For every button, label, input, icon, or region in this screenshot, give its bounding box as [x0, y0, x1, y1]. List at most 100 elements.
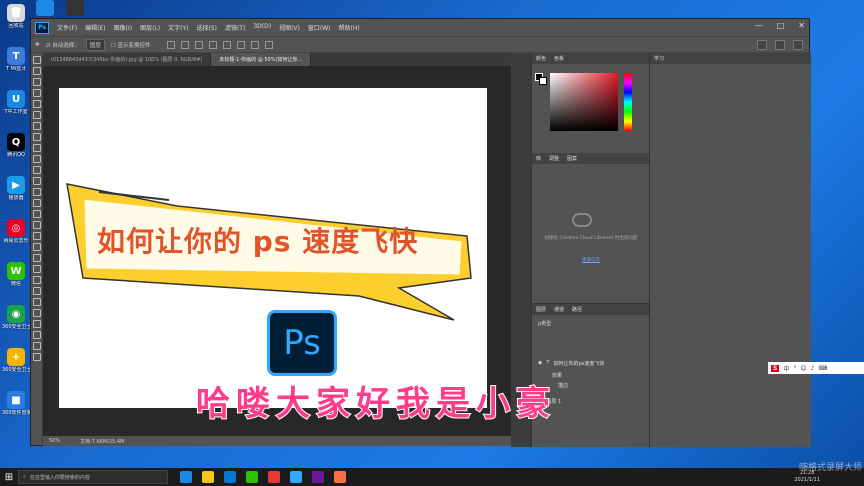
tool-icon[interactable] [32, 254, 41, 262]
menu-item[interactable]: 视图(V) [275, 23, 304, 32]
align-right-icon[interactable] [194, 40, 203, 49]
align-left-icon[interactable] [166, 40, 175, 49]
desktop-icon[interactable]: U T中工作室 [2, 90, 30, 115]
desktop-icon[interactable]: +360安全卫士 [2, 348, 30, 373]
tool-icon[interactable] [32, 320, 41, 328]
tool-icon[interactable] [32, 166, 41, 174]
desktop-icon[interactable]: ◎ 网易云音乐 [2, 219, 30, 244]
auto-select-checkbox[interactable]: ☑ 自动选择： [46, 41, 80, 49]
menu-item[interactable]: 滤镜(T) [221, 23, 249, 32]
tab-document-1[interactable]: t01348643d437(345bc-你画的).jpg @ 100% (图层 … [43, 53, 212, 66]
eye-icon[interactable]: ◉ [538, 360, 542, 366]
tool-icon[interactable] [32, 232, 41, 240]
start-button[interactable]: ⊞ [0, 468, 18, 486]
tool-icon[interactable] [32, 276, 41, 284]
tool-icon[interactable] [32, 265, 41, 273]
document-canvas[interactable]: 如何让你的 ps 速度飞快 Ps [59, 88, 487, 408]
distribute-icon[interactable] [250, 40, 259, 49]
tool-icon[interactable] [32, 188, 41, 196]
tab-patterns[interactable]: 图案 [567, 155, 577, 162]
tool-icon[interactable] [32, 177, 41, 185]
tool-icon[interactable] [32, 210, 41, 218]
tab-adjustments[interactable]: 调整 [549, 155, 559, 162]
share-icon[interactable] [793, 40, 803, 50]
menu-item[interactable]: 窗口(W) [304, 23, 335, 32]
tab-layers[interactable]: 图层 [536, 306, 546, 313]
tool-icon[interactable] [32, 111, 41, 119]
tab-learn[interactable]: 学习 [654, 55, 664, 62]
tool-icon[interactable] [32, 199, 41, 207]
taskbar-app-icon[interactable] [246, 471, 258, 483]
auto-select-dropdown[interactable]: 图层 [85, 38, 105, 51]
taskbar-app-icon[interactable] [312, 471, 324, 483]
taskbar-app-icon[interactable] [202, 471, 214, 483]
tab-paths[interactable]: 路径 [572, 306, 582, 313]
tab-swatches[interactable]: 色板 [554, 55, 564, 62]
align-bottom-icon[interactable] [236, 40, 245, 49]
menu-item[interactable]: 3D(D) [249, 23, 275, 32]
menu-item[interactable]: 文件(F) [53, 23, 81, 32]
tab-libraries[interactable]: 库 [536, 155, 541, 162]
ime-mode[interactable]: 中 [783, 364, 789, 373]
taskbar-app-icon[interactable] [180, 471, 192, 483]
tab-color[interactable]: 颜色 [536, 55, 546, 62]
tool-icon[interactable] [32, 331, 41, 339]
color-field[interactable] [550, 73, 618, 131]
maximize-button[interactable]: □ [777, 21, 785, 30]
tool-icon[interactable] [32, 298, 41, 306]
tab-channels[interactable]: 通道 [554, 306, 564, 313]
tool-icon[interactable] [32, 56, 41, 64]
minimize-button[interactable]: — [755, 21, 763, 30]
desktop-icon[interactable]: Q 腾讯QQ [2, 133, 30, 158]
tool-icon[interactable] [32, 287, 41, 295]
tool-icon[interactable] [32, 155, 41, 163]
taskbar-app-icon[interactable] [268, 471, 280, 483]
layer-row[interactable]: ◉ T 如何让你的ps速度飞快 [532, 358, 650, 368]
menu-item[interactable]: 文字(Y) [164, 23, 192, 32]
edge-icon[interactable] [36, 0, 54, 16]
layer-filter[interactable]: ρ类型 [532, 318, 650, 328]
search-icon[interactable] [757, 40, 767, 50]
taskbar-search[interactable]: ⌕ 在这里输入你要搜索的内容 [18, 470, 168, 484]
tool-icon[interactable] [32, 221, 41, 229]
taskbar-app-icon[interactable] [290, 471, 302, 483]
tool-icon[interactable] [32, 353, 41, 361]
tool-icon[interactable] [32, 133, 41, 141]
zoom-level[interactable]: 50% [49, 438, 60, 444]
desktop-icon[interactable]: 🗑 回收站 [2, 4, 30, 29]
tab-document-2[interactable]: 未标题-1-你画的 @ 50%(如何让你... [211, 53, 312, 66]
align-center-icon[interactable] [180, 40, 189, 49]
tool-icon[interactable] [32, 243, 41, 251]
tool-icon[interactable] [32, 100, 41, 108]
emoji-icon[interactable]: ☺ [800, 365, 806, 372]
workspace-icon[interactable] [775, 40, 785, 50]
more-info-link[interactable]: 更多信息 [540, 257, 642, 263]
tool-icon[interactable] [32, 67, 41, 75]
keyboard-icon[interactable]: ⌨ [818, 365, 827, 372]
3d-mode-icon[interactable] [264, 40, 273, 49]
background-color-swatch[interactable] [539, 77, 547, 85]
move-tool-icon[interactable]: ✥ [35, 42, 40, 48]
menu-item[interactable]: 图像(I) [110, 23, 136, 32]
align-middle-icon[interactable] [222, 40, 231, 49]
menu-item[interactable]: 图层(L) [136, 23, 164, 32]
tool-icon[interactable] [32, 122, 41, 130]
tool-icon[interactable] [32, 342, 41, 350]
taskbar-app-icon[interactable] [224, 471, 236, 483]
align-top-icon[interactable] [208, 40, 217, 49]
punctuation-icon[interactable]: ° [793, 365, 796, 372]
tool-icon[interactable] [32, 144, 41, 152]
tool-icon[interactable] [32, 78, 41, 86]
sogou-icon[interactable]: S [771, 364, 780, 372]
menu-item[interactable]: 选择(S) [192, 23, 221, 32]
taskbar-app-icon[interactable] [334, 471, 346, 483]
menu-item[interactable]: 编辑(E) [81, 23, 109, 32]
voice-icon[interactable]: ♪ [811, 365, 815, 372]
tool-icon[interactable] [32, 89, 41, 97]
ps-app-icon[interactable]: Ps [35, 21, 49, 34]
show-transform-checkbox[interactable]: ☐ 显示变换控件 [111, 41, 151, 49]
menu-item[interactable]: 帮助(H) [335, 23, 364, 32]
tool-icon[interactable] [32, 309, 41, 317]
desktop-icon[interactable]: ■ 360软件管家 [2, 391, 30, 416]
hue-slider[interactable] [624, 73, 632, 131]
